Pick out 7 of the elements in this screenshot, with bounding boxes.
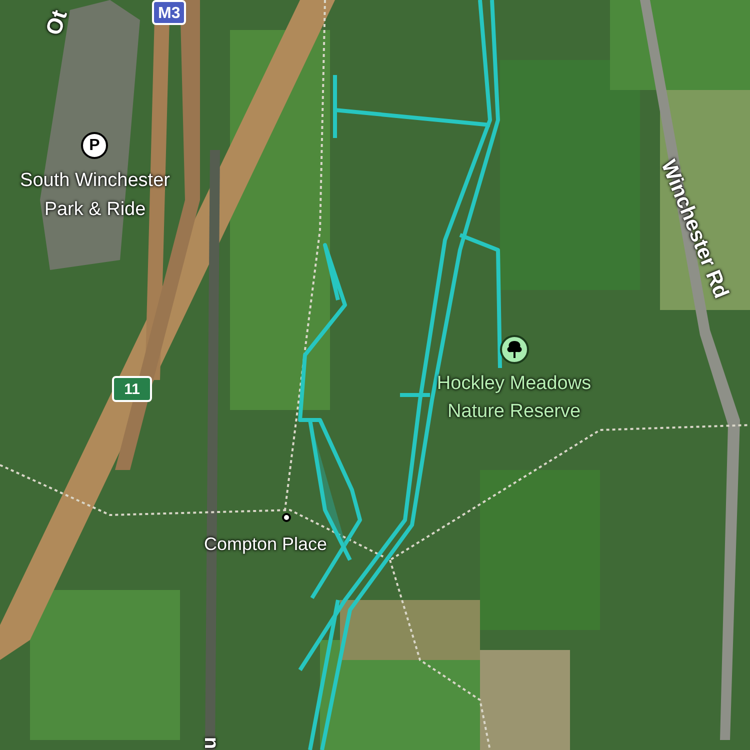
motorway-shield: M3	[152, 0, 186, 25]
road-name: n	[199, 736, 224, 750]
road-name: Ot	[40, 6, 73, 40]
nature-reserve-label: Hockley Meadows Nature Reserve	[436, 372, 592, 424]
junction-shield: 11	[112, 376, 152, 402]
place-label: South Winchester Park & Ride	[19, 169, 171, 222]
place-label: Compton Place	[204, 533, 328, 556]
